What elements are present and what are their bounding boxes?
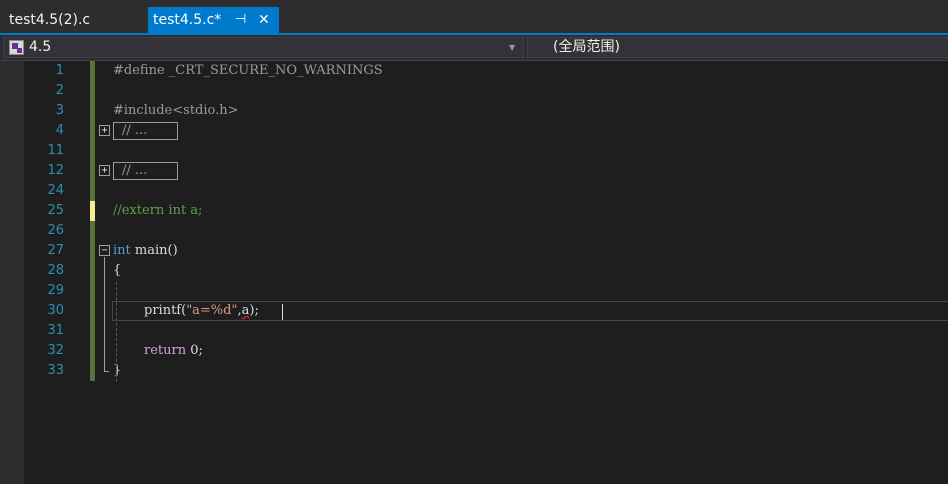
code-line: 25 //extern int a; [24,201,948,221]
line-number: 32 [47,343,64,358]
line-number: 33 [47,363,64,378]
code-line: 27 − int main() [24,241,948,261]
code-text[interactable]: return 0; [144,341,203,361]
collapsed-region[interactable]: // ... [113,162,178,180]
code-line: 33 } [24,361,948,381]
change-indicator [90,281,95,301]
code-line: 29 [24,281,948,301]
line-number: 27 [47,243,64,258]
line-number: 26 [47,223,64,238]
line-number: 30 [47,303,64,318]
code-line: 4 + // ... [24,121,948,141]
pin-icon[interactable]: ⊣ [235,7,246,33]
code-text[interactable]: int main() [113,241,178,261]
code-line: 1 #define _CRT_SECURE_NO_WARNINGS [24,61,948,81]
fold-guide-end [104,371,109,372]
line-number: 25 [47,203,64,218]
change-indicator [90,241,95,261]
change-indicator [90,321,95,341]
tab-test4-5-2-c[interactable]: test4.5(2).c [0,7,148,33]
tab-test4-5-c[interactable]: test4.5.c* ⊣ ✕ [148,7,279,33]
current-line-highlight [112,301,948,321]
close-icon[interactable]: ✕ [258,7,270,33]
line-number: 12 [47,163,64,178]
line-number: 3 [55,103,64,118]
collapsed-region[interactable]: // ... [113,122,178,140]
code-line: 12 + // ... [24,161,948,181]
line-number: 28 [47,263,64,278]
line-number: 11 [47,143,64,158]
project-icon [9,40,24,55]
change-indicator [90,161,95,181]
code-line: 11 [24,141,948,161]
line-number: 29 [47,283,64,298]
line-number: 4 [55,123,64,138]
indent-guide [116,282,117,382]
code-text[interactable]: } [113,361,121,381]
unsaved-change-indicator [90,201,95,221]
scope-label: (全局范围) [553,39,620,55]
change-indicator [90,361,95,381]
tab-label: test4.5.c* [153,12,222,28]
editor-left-margin [0,61,24,484]
change-indicator [90,181,95,201]
code-text[interactable]: //extern int a; [113,201,202,221]
change-indicator [90,261,95,281]
code-editor[interactable]: 1 #define _CRT_SECURE_NO_WARNINGS 2 3 #i… [24,61,948,484]
code-line: 3 #include<stdio.h> [24,101,948,121]
line-number: 24 [47,183,64,198]
expand-icon[interactable]: + [99,125,110,136]
chevron-down-icon[interactable]: ▼ [509,38,515,57]
change-indicator [90,341,95,361]
tab-strip: test4.5(2).c test4.5.c* ⊣ ✕ [0,0,948,35]
code-line: 31 [24,321,948,341]
change-indicator [90,141,95,161]
change-indicator [90,61,95,81]
fold-guide [104,257,105,371]
expand-icon[interactable]: + [99,165,110,176]
project-dropdown[interactable]: 4.5 ▼ [3,37,524,58]
code-line: 32 return 0; [24,341,948,361]
code-text[interactable]: #include<stdio.h> [113,101,239,121]
line-number: 2 [55,83,64,98]
change-indicator [90,101,95,121]
tab-label: test4.5(2).c [9,12,91,28]
change-indicator [90,301,95,321]
code-line: 2 [24,81,948,101]
code-line: 26 [24,221,948,241]
code-line: 28 { [24,261,948,281]
line-number: 1 [55,63,64,78]
navigation-bar: 4.5 ▼ (全局范围) [0,35,948,61]
collapse-icon[interactable]: − [99,245,110,256]
line-number: 31 [47,323,64,338]
project-label: 4.5 [29,39,52,55]
change-indicator [90,81,95,101]
change-indicator [90,221,95,241]
code-text[interactable]: #define _CRT_SECURE_NO_WARNINGS [113,61,383,81]
text-caret [282,304,283,320]
code-line: 24 [24,181,948,201]
scope-dropdown[interactable]: (全局范围) [527,37,948,58]
change-indicator [90,121,95,141]
code-text[interactable]: { [113,261,121,281]
